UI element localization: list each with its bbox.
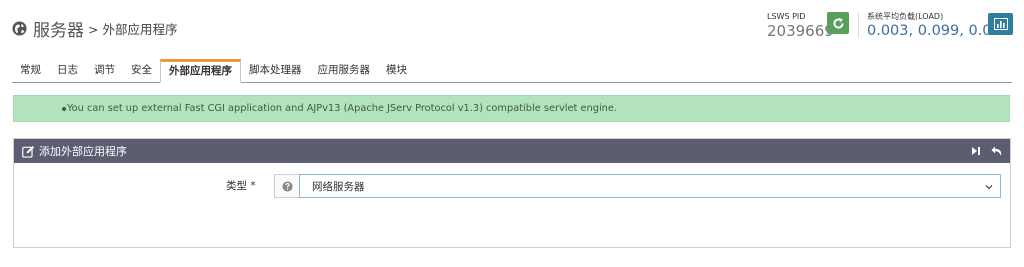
bar-chart-icon [993, 18, 1008, 30]
tab-security[interactable]: 安全 [123, 60, 160, 82]
globe-icon [12, 20, 27, 36]
edit-icon [22, 145, 35, 158]
question-icon [281, 180, 293, 192]
next-button[interactable] [969, 144, 983, 158]
chevron-down-icon [985, 185, 993, 190]
back-button[interactable] [990, 144, 1004, 158]
add-external-app-panel: 添加外部应用程序 类型 * 网络服务器 [13, 138, 1011, 248]
page-title: 服务器 [33, 20, 84, 41]
pid-box: LSWS PID 2039669 [767, 12, 834, 40]
type-field-row: 类型 * 网络服务器 [14, 173, 1010, 198]
tab-bar: 常规 日志 调节 安全 外部应用程序 脚本处理器 应用服务器 模块 [12, 59, 1012, 83]
load-box: 系统平均负载(LOAD) 0.003, 0.099, 0.074 [867, 12, 1010, 40]
undo-icon [991, 146, 1002, 156]
pid-value: 2039669 [767, 22, 834, 40]
type-label: 类型 * [226, 180, 256, 192]
type-select-value: 网络服务器 [312, 180, 365, 193]
title-row: 服务器 > 外部应用程序 [12, 14, 177, 42]
skip-forward-icon [972, 147, 980, 155]
restart-button[interactable] [827, 12, 849, 34]
panel-title: 添加外部应用程序 [39, 145, 127, 158]
type-help-button[interactable] [274, 174, 300, 198]
tab-script-handler[interactable]: 脚本处理器 [241, 60, 310, 82]
panel-header: 添加外部应用程序 [14, 139, 1010, 163]
tab-general[interactable]: 常规 [12, 60, 49, 82]
tab-tuning[interactable]: 调节 [86, 60, 123, 82]
load-label: 系统平均负载(LOAD) [867, 12, 944, 21]
bullet-icon [62, 107, 66, 111]
tab-modules[interactable]: 模块 [378, 60, 415, 82]
breadcrumb: > 外部应用程序 [88, 21, 178, 37]
alert-text: You can set up external Fast CGI applica… [67, 103, 618, 114]
load-value: 0.003, 0.099, 0.074 [867, 23, 1010, 39]
pid-label: LSWS PID [767, 12, 806, 21]
info-alert: You can set up external Fast CGI applica… [13, 95, 1010, 122]
tab-external-app[interactable]: 外部应用程序 [160, 59, 241, 83]
refresh-icon [832, 17, 844, 29]
tab-log[interactable]: 日志 [49, 60, 86, 82]
load-chart-button[interactable] [988, 13, 1013, 35]
status-divider [858, 12, 859, 38]
type-select[interactable]: 网络服务器 [299, 174, 1001, 198]
tab-app-server[interactable]: 应用服务器 [310, 60, 379, 82]
